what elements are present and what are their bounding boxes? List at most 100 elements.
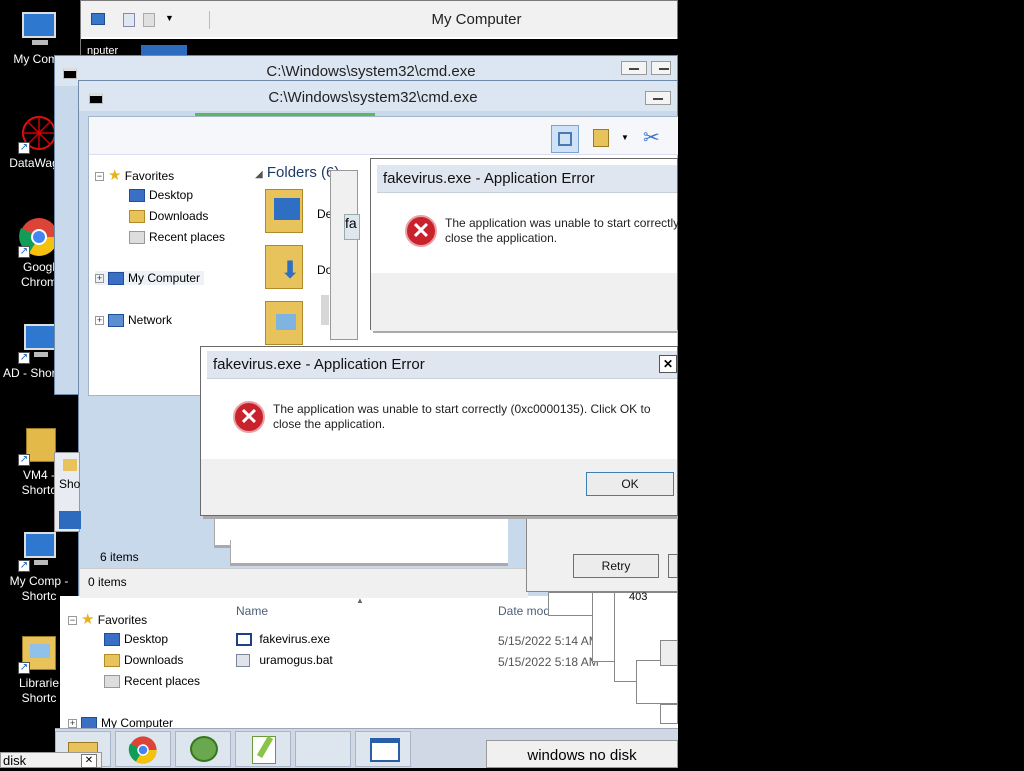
shortcut-arrow-icon: ↗ [18,662,30,674]
collapse-toggle-icon[interactable]: − [95,172,104,182]
message-line: The application was unable to start corr… [273,402,651,416]
shortcut-arrow-icon: ↗ [18,560,30,572]
libraries-icon: ↗ [18,632,60,674]
tree-favorites[interactable]: − ★ Favorites [95,166,174,184]
maximize-button[interactable] [651,61,671,75]
button-fragment[interactable] [668,554,678,578]
tree-recent-places[interactable]: Recent places [129,230,226,245]
tree-network[interactable]: + Network [95,313,172,328]
scrollbar[interactable] [321,295,329,325]
folder-pictures[interactable] [265,301,303,345]
column-header-name[interactable]: Name [236,604,268,618]
tree-downloads[interactable]: Downloads [129,209,209,224]
exe-icon [236,633,252,647]
folder-downloads[interactable]: ⬇ [265,245,303,289]
collapse-toggle-icon[interactable]: − [68,616,77,626]
picture-icon [276,314,296,330]
minimize-button[interactable] [645,91,671,105]
desktop-folder-icon [274,198,300,220]
close-icon: ✕ [662,357,674,371]
downloads-folder-icon [104,654,120,668]
close-button[interactable]: ✕ [81,754,97,768]
error-dialog-front[interactable]: fakevirus.exe - Application Error ✕ ✕ Th… [200,346,678,516]
windows-no-disk-panel[interactable]: windows no disk [486,740,678,768]
my-computer-window[interactable]: My Computer ▼ nputer [80,0,679,61]
folder-desktop[interactable] [265,189,303,233]
tree-downloads[interactable]: Downloads [104,653,183,668]
disk-window-fragment[interactable]: disk ✕ [0,752,102,768]
blue-band [59,511,81,529]
ok-button[interactable]: OK [586,472,674,496]
error-message: The application was unable to start corr… [273,402,673,432]
message-line: close the application. [273,417,386,431]
cmd-front-titlebar[interactable]: C:\Windows\system32\cmd.exe [79,81,677,111]
status-text: 0 items [88,575,127,589]
tree-label: Favorites [97,613,148,627]
folders-header-label: Folders (6) [266,164,340,181]
window-title: C:\Windows\system32\cmd.exe [266,63,476,80]
error-icon: ✕ [405,215,437,247]
tree-desktop[interactable]: Desktop [104,632,168,647]
tree-label: Favorites [124,169,175,183]
preview-pane-button[interactable] [551,125,579,153]
desktop-folder-icon [129,189,145,203]
stacked-dialog-cascade [636,660,678,704]
chevron-down-icon[interactable]: ▼ [165,13,174,23]
folders-header[interactable]: ◢ Folders (6) [255,164,339,181]
minimize-button[interactable] [621,61,647,75]
error-dialog-back[interactable]: fakevirus.exe - Application Error ✕ The … [370,158,679,331]
preview-pane-icon [558,132,572,146]
dialog-number: 403 [629,591,648,603]
expand-toggle-icon[interactable]: + [95,316,104,326]
dialog-title: fakevirus.exe - Application Error [213,356,425,373]
scissors-icon[interactable]: ✂ [643,125,660,150]
taskbar-frog-app[interactable] [175,731,231,767]
partial-window-fragment[interactable]: Sho [54,452,81,532]
desktop-icon-my-computer-shortcut[interactable]: ↗ My Comp - Shortc [0,530,78,604]
expand-toggle-icon[interactable]: + [95,274,104,284]
cmd-icon [89,93,103,104]
status-bar-lower: 0 items [80,568,528,598]
tree-label: Recent places [149,230,226,244]
message-line: The application was unable to start corr… [445,216,680,230]
taskbar-blank[interactable] [295,731,351,767]
shortcut-arrow-icon: ↗ [18,454,30,466]
error-dialog-titlebar[interactable]: fakevirus.exe - Application Error [207,351,677,379]
window-title: C:\Windows\system32\cmd.exe [268,89,478,106]
tree-recent-places[interactable]: Recent places [104,674,200,689]
tree-my-computer[interactable]: + My Computer [95,271,205,286]
computer-icon [18,8,60,50]
partial-label: Sho [59,477,81,491]
stacked-dialog-edge [526,510,678,592]
folder-icon [63,459,77,471]
tree-label: Downloads [149,209,209,223]
tree-desktop[interactable]: Desktop [129,188,194,203]
recent-places-icon [129,231,145,245]
star-icon: ★ [108,167,122,184]
stacked-window-tab[interactable]: fa [344,214,360,240]
expand-toggle-icon[interactable]: + [68,719,77,729]
folder-options-icon[interactable] [593,129,609,147]
column-header-date[interactable]: Date mod [498,604,550,618]
cmd-icon [63,68,77,79]
frog-icon [190,736,218,762]
retry-button[interactable]: Retry [573,554,659,578]
error-dialog-titlebar[interactable]: fakevirus.exe - Application Error [377,165,677,193]
close-button[interactable]: ✕ [659,355,677,373]
chevron-down-icon[interactable]: ▼ [621,133,629,142]
taskbar-chrome[interactable] [115,731,171,767]
stacked-dialog-cascade [660,640,678,666]
properties-icon[interactable] [123,13,135,27]
toolbar-separator [209,11,210,29]
computer-small-icon [91,13,105,25]
windows-no-disk-label: windows no disk [527,747,637,764]
tree-favorites[interactable]: − ★ Favorites [68,610,147,628]
stacked-dialog-cascade [660,704,678,724]
taskbar-notepad-plus-plus[interactable] [235,731,291,767]
error-icon: ✕ [233,401,265,433]
taskbar-window[interactable] [355,731,411,767]
tree-label: Desktop [149,188,194,202]
explorer-window-lower[interactable]: − ★ Favorites Desktop Downloads Recent pl… [60,596,678,731]
new-folder-icon[interactable] [143,13,155,27]
file-date: 5/15/2022 5:14 AM [498,634,599,648]
